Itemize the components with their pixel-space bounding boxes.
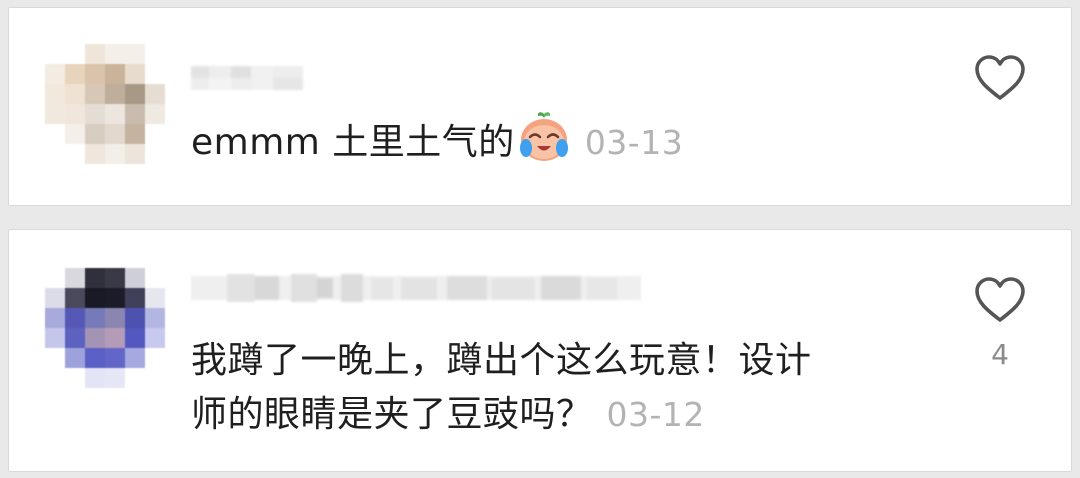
comment-text: emmm 土里土气的 [191, 122, 515, 163]
like-count: 4 [991, 338, 1009, 371]
username-blurred[interactable] [191, 60, 303, 96]
crying-laughing-face-emoji [519, 112, 568, 161]
username-blurred[interactable] [191, 270, 641, 306]
avatar[interactable] [45, 268, 165, 388]
comment-card: emmm 土里土气的 03-13 [8, 7, 1072, 206]
comment-text: 师的眼睛是夹了豆豉吗？ [191, 394, 593, 435]
avatar[interactable] [45, 44, 165, 164]
comment-card: 我蹲了一晚上，蹲出个这么玩意！设计 师的眼睛是夹了豆豉吗？ 03-12 4 [8, 229, 1072, 472]
comment-text-block: emmm 土里土气的 03-13 [191, 110, 891, 170]
heart-outline-icon[interactable] [973, 52, 1027, 104]
comment-text-line: 我蹲了一晚上，蹲出个这么玩意！设计 [191, 340, 812, 381]
comment-text-line: 师的眼睛是夹了豆豉吗？ 03-12 [191, 388, 911, 442]
heart-outline-icon[interactable] [973, 274, 1027, 326]
comment-date: 03-13 [584, 123, 684, 162]
comment-date: 03-12 [606, 395, 705, 434]
comment-text-block: 我蹲了一晚上，蹲出个这么玩意！设计 师的眼睛是夹了豆豉吗？ 03-12 [191, 334, 911, 442]
